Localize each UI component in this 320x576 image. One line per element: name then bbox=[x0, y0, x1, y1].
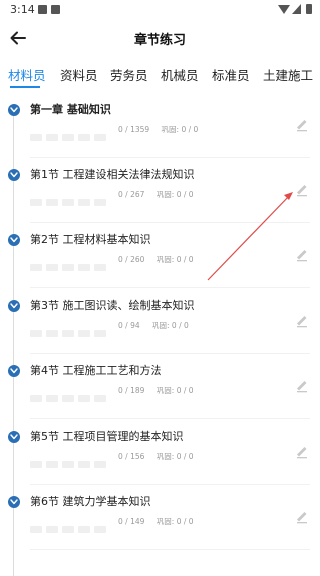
progress-placeholder bbox=[30, 453, 110, 468]
progress-placeholder bbox=[30, 256, 110, 271]
progress-count: 0 / 1359 bbox=[118, 125, 150, 134]
chapter-stats: 0 / 189 巩固: 0 / 0 bbox=[118, 385, 204, 396]
chapter-title: 第2节 工程材料基本知识 bbox=[30, 233, 151, 246]
chevron-down-icon[interactable] bbox=[8, 300, 20, 312]
progress-placeholder bbox=[30, 126, 110, 141]
wifi-icon bbox=[278, 5, 290, 14]
progress-count: 0 / 149 bbox=[118, 517, 145, 526]
pencil-icon bbox=[297, 316, 307, 328]
pencil-icon bbox=[297, 447, 307, 459]
edit-button[interactable] bbox=[294, 508, 310, 524]
review-count: 巩固: 0 / 0 bbox=[156, 517, 194, 526]
page-title: 章节练习 bbox=[133, 33, 186, 48]
review-count: 巩固: 0 / 0 bbox=[156, 190, 194, 199]
chapter-stats: 0 / 267 巩固: 0 / 0 bbox=[118, 189, 204, 200]
chevron-down-icon[interactable] bbox=[8, 365, 20, 377]
chapter-title: 第5节 工程项目管理的基本知识 bbox=[30, 430, 184, 443]
review-count: 巩固: 0 / 0 bbox=[156, 386, 194, 395]
chapter-title: 第一章 基础知识 bbox=[30, 103, 111, 116]
edit-button[interactable] bbox=[294, 312, 310, 328]
edit-button[interactable] bbox=[294, 181, 310, 197]
battery-icon bbox=[306, 4, 312, 14]
chapter-title: 第3节 施工图识读、绘制基本知识 bbox=[30, 299, 195, 312]
status-bar: 3:14 bbox=[0, 0, 320, 22]
status-time: 3:14 bbox=[10, 3, 35, 16]
chapter-stats: 0 / 260 巩固: 0 / 0 bbox=[118, 254, 204, 265]
chapter-row[interactable]: 第1节 工程建设相关法律法规知识 0 / 267 巩固: 0 / 0 bbox=[0, 157, 320, 223]
chevron-down-icon[interactable] bbox=[8, 169, 20, 181]
pencil-icon bbox=[297, 120, 307, 132]
row-divider bbox=[30, 549, 310, 550]
progress-count: 0 / 267 bbox=[118, 190, 145, 199]
progress-count: 0 / 189 bbox=[118, 386, 145, 395]
chapter-title: 第6节 建筑力学基本知识 bbox=[30, 495, 151, 508]
pencil-icon bbox=[297, 250, 307, 262]
chapter-row[interactable]: 第2节 工程材料基本知识 0 / 260 巩固: 0 / 0 bbox=[0, 222, 320, 288]
chapter-stats: 0 / 1359 巩固: 0 / 0 bbox=[118, 124, 208, 135]
edit-button[interactable] bbox=[294, 443, 310, 459]
signal-icon bbox=[292, 4, 301, 14]
edit-button[interactable] bbox=[294, 116, 310, 132]
review-count: 巩固: 0 / 0 bbox=[152, 321, 189, 330]
progress-placeholder bbox=[30, 387, 110, 402]
review-count: 巩固: 0 / 0 bbox=[156, 255, 194, 264]
chevron-down-icon[interactable] bbox=[8, 496, 20, 508]
tab-machinery[interactable]: 机械员 bbox=[161, 65, 199, 84]
progress-placeholder bbox=[30, 322, 110, 337]
category-tabs: 材料员 资料员 劳务员 机械员 标准员 土建施工 bbox=[0, 58, 320, 90]
chapter-stats: 0 / 94 巩固: 0 / 0 bbox=[118, 320, 199, 331]
progress-count: 0 / 260 bbox=[118, 255, 145, 264]
chapter-stats: 0 / 156 巩固: 0 / 0 bbox=[118, 451, 204, 462]
notification-icon bbox=[38, 5, 47, 14]
chapter-row[interactable]: 第4节 工程施工工艺和方法 0 / 189 巩固: 0 / 0 bbox=[0, 353, 320, 419]
pencil-icon bbox=[297, 185, 307, 197]
app-header: 章节练习 bbox=[0, 22, 320, 56]
tab-labor[interactable]: 劳务员 bbox=[110, 65, 148, 84]
chapter-row[interactable]: 第6节 建筑力学基本知识 0 / 149 巩固: 0 / 0 bbox=[0, 484, 320, 550]
edit-button[interactable] bbox=[294, 246, 310, 262]
pencil-icon bbox=[297, 381, 307, 393]
chapter-title: 第1节 工程建设相关法律法规知识 bbox=[30, 168, 195, 181]
chevron-down-icon[interactable] bbox=[8, 104, 20, 116]
pencil-icon bbox=[297, 512, 307, 524]
chapter-list: 第一章 基础知识 0 / 1359 巩固: 0 / 0 第1节 工程建设相关法律… bbox=[0, 92, 320, 576]
tab-material[interactable]: 材料员 bbox=[8, 65, 46, 84]
chapter-stats: 0 / 149 巩固: 0 / 0 bbox=[118, 516, 204, 527]
chapter-row[interactable]: 第一章 基础知识 0 / 1359 巩固: 0 / 0 bbox=[0, 92, 320, 158]
progress-placeholder bbox=[30, 191, 110, 206]
chevron-down-icon[interactable] bbox=[8, 431, 20, 443]
tab-documentation[interactable]: 资料员 bbox=[60, 65, 98, 84]
tab-standards[interactable]: 标准员 bbox=[212, 65, 250, 84]
review-count: 巩固: 0 / 0 bbox=[156, 452, 194, 461]
chapter-row[interactable]: 第5节 工程项目管理的基本知识 0 / 156 巩固: 0 / 0 bbox=[0, 419, 320, 485]
review-count: 巩固: 0 / 0 bbox=[161, 125, 199, 134]
progress-placeholder bbox=[30, 518, 110, 533]
edit-button[interactable] bbox=[294, 377, 310, 393]
chapter-title: 第4节 工程施工工艺和方法 bbox=[30, 364, 162, 377]
progress-count: 0 / 94 bbox=[118, 321, 140, 330]
notification-icon bbox=[51, 5, 60, 14]
chevron-down-icon[interactable] bbox=[8, 234, 20, 246]
tab-civil-construction[interactable]: 土建施工 bbox=[263, 65, 313, 84]
tab-indicator bbox=[10, 86, 40, 88]
progress-count: 0 / 156 bbox=[118, 452, 145, 461]
chapter-row[interactable]: 第3节 施工图识读、绘制基本知识 0 / 94 巩固: 0 / 0 bbox=[0, 288, 320, 354]
